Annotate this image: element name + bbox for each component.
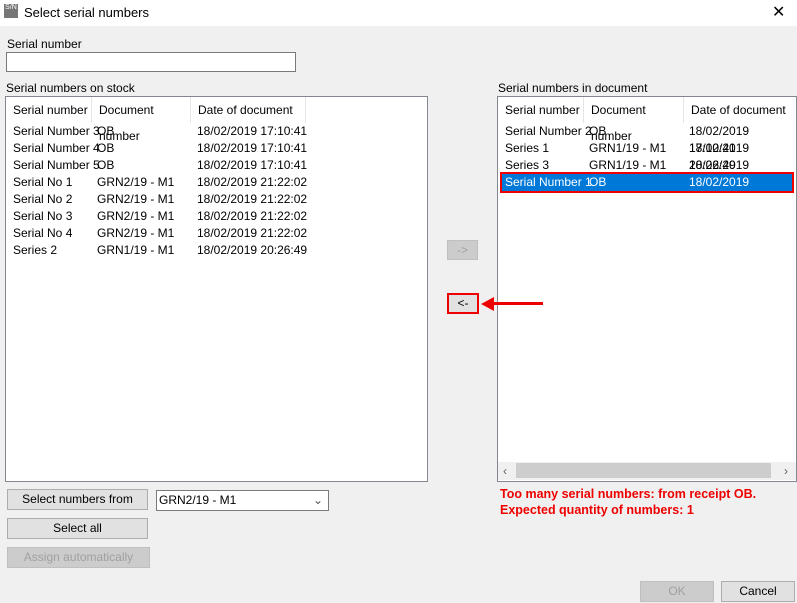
scroll-right-icon[interactable]: ›	[784, 464, 788, 478]
col-serial[interactable]: Serial number	[6, 97, 92, 123]
document-cell: GRN2/19 - M1	[97, 226, 175, 240]
document-cell: GRN1/19 - M1	[589, 141, 667, 155]
document-cell: GRN2/19 - M1	[97, 175, 175, 189]
table-row[interactable]: Serial No 3 GRN2/19 - M1 18/02/2019 21:22:…	[6, 208, 427, 225]
col-document[interactable]: Document number	[92, 97, 191, 143]
annotation-arrow	[492, 302, 543, 305]
scroll-thumb[interactable]	[516, 463, 771, 478]
col-date[interactable]: Date of document	[191, 97, 306, 123]
serial-cell: Serial Number 3	[13, 124, 100, 138]
date-cell: 18/02/2019 21:22:02	[197, 209, 308, 223]
table-row[interactable]: Series 1 GRN1/19 - M1 18/02/2019 20:26:49	[498, 140, 796, 172]
serial-cell: Series 1	[505, 141, 550, 155]
date-cell: 18/02/2019 21:22:02	[197, 226, 308, 240]
table-row[interactable]: Serial Number 5 OB 18/02/2019 17:10:41	[6, 157, 427, 174]
table-row[interactable]: Serial Number 3 OB 18/02/2019 17:10:41	[6, 123, 427, 140]
date-cell: 18/02/2019 17:10:41	[197, 141, 308, 155]
serial-cell: Serial Number 4	[13, 141, 100, 155]
cancel-button[interactable]: Cancel	[721, 581, 795, 602]
serial-cell: Serial No 1	[13, 175, 73, 189]
serial-cell: Series 2	[13, 243, 58, 257]
error-message-1: Too many serial numbers: from receipt OB…	[500, 487, 757, 501]
table-row[interactable]: Serial No 4 GRN2/19 - M1 18/02/2019 21:22:…	[6, 225, 427, 242]
serial-number-label: Serial number	[7, 37, 82, 51]
document-cell: OB	[589, 175, 607, 189]
document-combo[interactable]: GRN2/19 - M1 ⌄	[156, 490, 329, 511]
date-cell: 18/02/2019 17:10:41	[197, 158, 308, 172]
arrow-head-icon	[481, 297, 494, 311]
table-row[interactable]: Serial Number 2 OB 18/02/2019 17:10:41	[498, 123, 796, 155]
date-cell: 18/02/2019 20:26:49	[197, 243, 308, 257]
date-cell: 18/02/2019 17:10:41	[197, 124, 308, 138]
document-list[interactable]: Serial number Document number Date of do…	[497, 96, 797, 482]
window-title: Select serial numbers	[24, 5, 149, 20]
table-row[interactable]: Serial No 1 GRN2/19 - M1 18/02/2019 21:22:…	[6, 174, 427, 191]
serial-cell: Serial No 4	[13, 226, 73, 240]
app-icon: S/N	[4, 4, 18, 18]
assign-automatically-button[interactable]: Assign automatically	[7, 547, 150, 568]
serial-cell: Serial No 3	[13, 209, 73, 223]
document-cell: OB	[589, 124, 607, 138]
col-date[interactable]: Date of document	[684, 97, 796, 123]
table-row[interactable]: Serial Number 4 OB 18/02/2019 17:10:41	[6, 140, 427, 157]
serial-cell: Serial Number 5	[13, 158, 100, 172]
document-cell: GRN2/19 - M1	[97, 209, 175, 223]
col-document[interactable]: Document number	[584, 97, 684, 143]
document-cell: OB	[97, 141, 115, 155]
serial-cell: Serial Number 2	[505, 124, 592, 138]
date-cell: 18/02/2019 21:22:02	[197, 192, 308, 206]
document-cell: OB	[97, 124, 115, 138]
ok-button[interactable]: OK	[640, 581, 714, 602]
document-cell: GRN1/19 - M1	[97, 243, 175, 257]
serial-cell: Series 3	[505, 158, 550, 172]
document-cell: GRN2/19 - M1	[97, 192, 175, 206]
horizontal-scrollbar[interactable]: ‹ ›	[498, 462, 796, 480]
table-row[interactable]: Serial No 2 GRN2/19 - M1 18/02/2019 21:22:…	[6, 191, 427, 208]
document-cell: GRN1/19 - M1	[589, 158, 667, 172]
chevron-down-icon[interactable]: ⌄	[313, 491, 323, 510]
select-all-button[interactable]: Select all	[7, 518, 148, 539]
table-row[interactable]: Serial Number 1 OB 18/02/2019 17:10:41	[500, 172, 794, 206]
col-serial[interactable]: Serial number	[498, 97, 584, 123]
date-cell: 18/02/2019 21:22:02	[197, 175, 308, 189]
add-button[interactable]: ->	[447, 240, 478, 260]
close-icon[interactable]: ✕	[772, 2, 785, 22]
table-row[interactable]: Series 3GRN1/19 - M118/02/2019 20:26:49	[498, 157, 796, 189]
serial-cell: Serial Number 1	[505, 175, 592, 189]
scroll-left-icon[interactable]: ‹	[503, 464, 507, 478]
serial-cell: Serial No 2	[13, 192, 73, 206]
doc-label: Serial numbers in document	[498, 81, 648, 95]
combo-value: GRN2/19 - M1	[159, 493, 237, 507]
error-message-2: Expected quantity of numbers: 1	[500, 503, 694, 517]
document-cell: OB	[97, 158, 115, 172]
table-row[interactable]: Series 2 GRN1/19 - M1 18/02/2019 20:26:49	[6, 242, 427, 259]
stock-label: Serial numbers on stock	[6, 81, 135, 95]
select-numbers-from-button[interactable]: Select numbers from	[7, 489, 148, 510]
stock-list[interactable]: Serial number Document number Date of do…	[5, 96, 428, 482]
remove-button[interactable]: <-	[447, 293, 479, 314]
serial-number-input[interactable]	[6, 52, 296, 72]
date-cell: 18/02/2019 17:10:41	[689, 175, 750, 206]
